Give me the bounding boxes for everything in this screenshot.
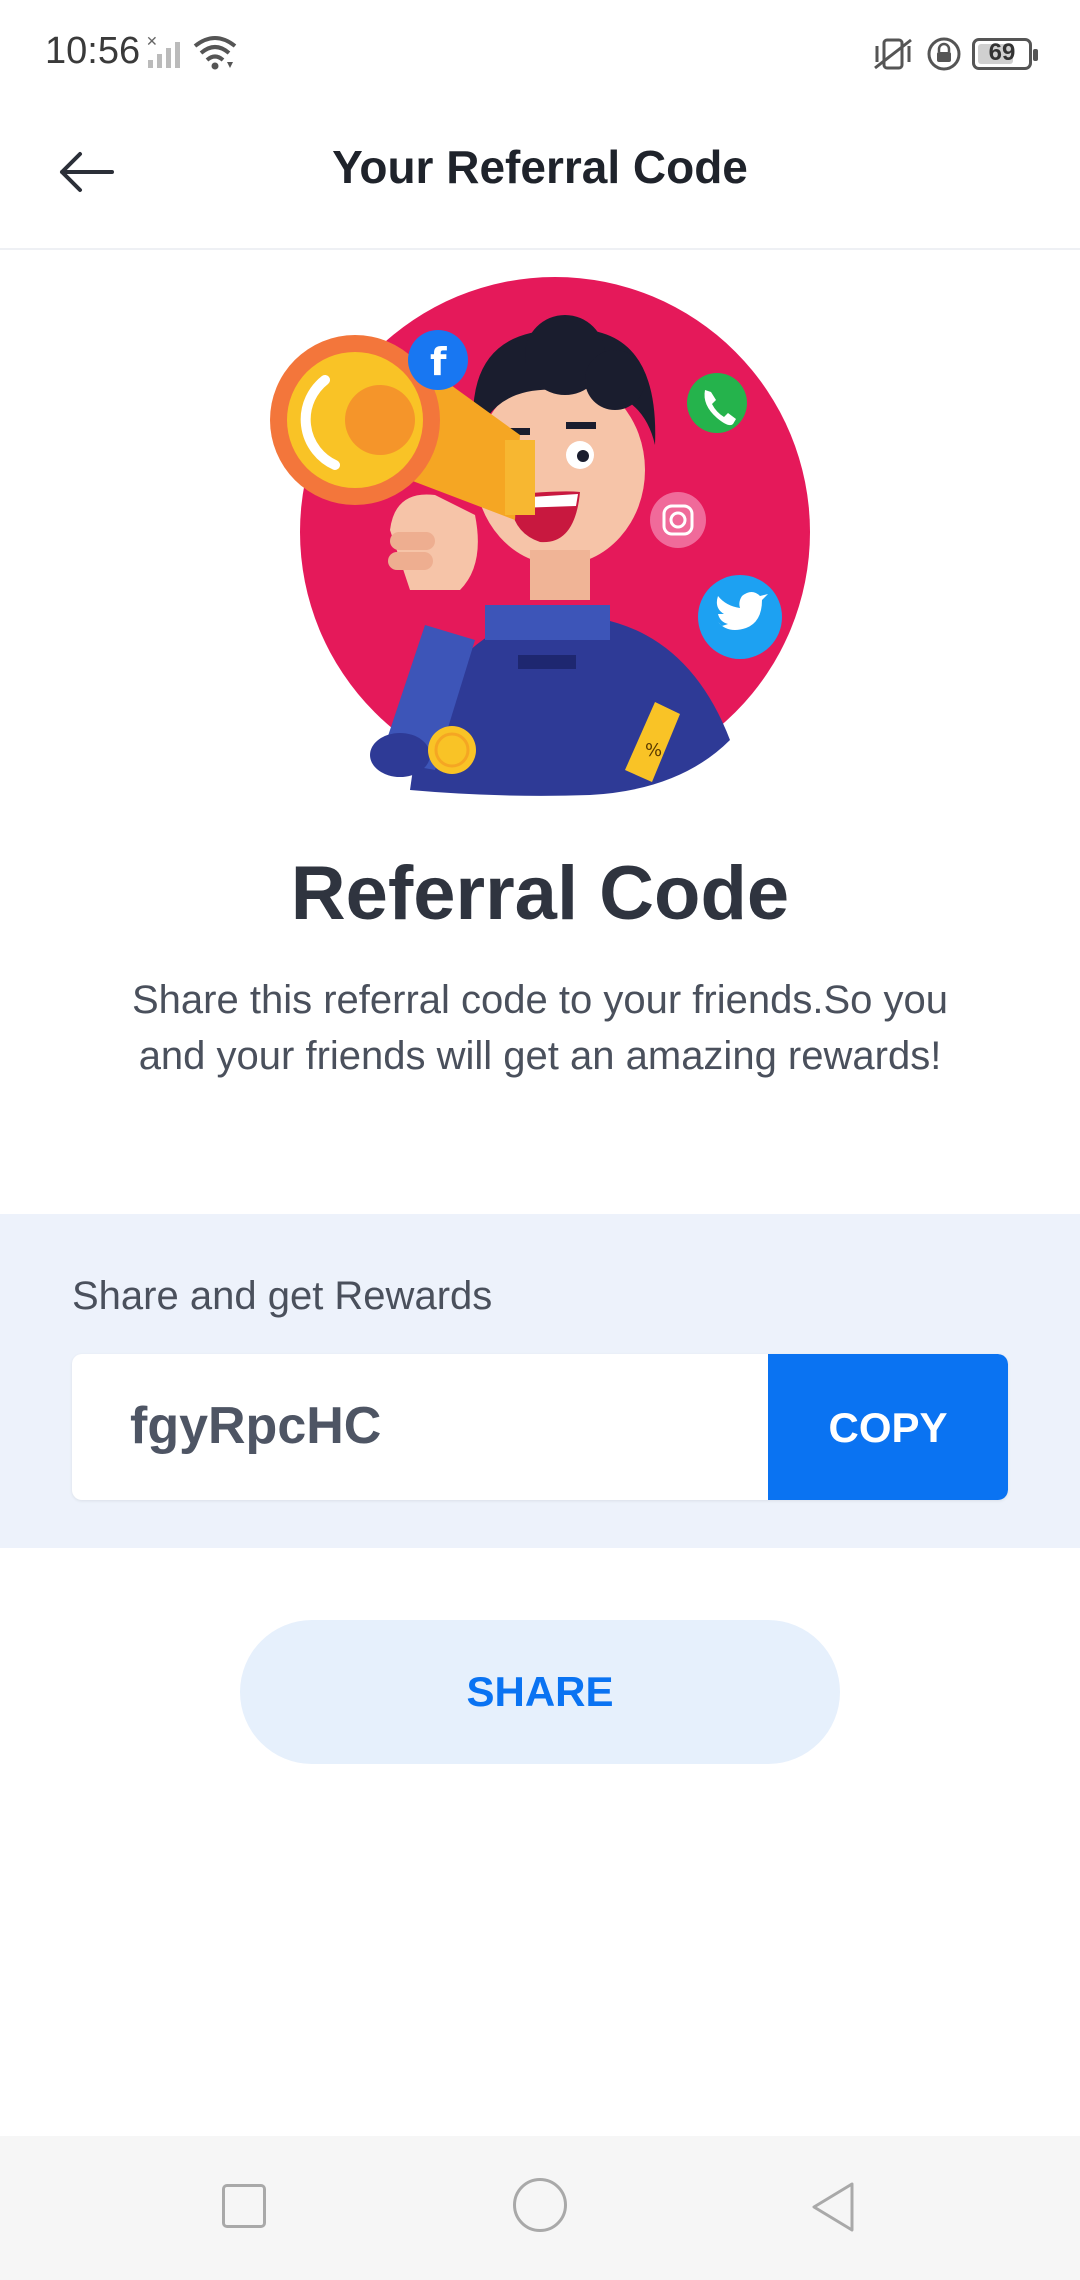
share-button[interactable]: SHARE [240,1620,840,1764]
app-bar: Your Referral Code [0,110,1080,250]
nav-back-icon[interactable] [808,2180,858,2234]
copy-button[interactable]: COPY [768,1354,1008,1500]
status-time: 10:56 [45,30,141,72]
svg-text:%: % [645,740,662,761]
status-bar: 10:56 ✕ 69 [0,0,1080,110]
reward-label: Share and get Rewards [72,1274,493,1318]
referral-description: Share this referral code to your friends… [132,978,948,1078]
referral-illustration: f % [270,277,810,796]
battery-level: 69 [988,39,1016,66]
svg-text:✕: ✕ [146,34,158,50]
rotation-lock-icon [927,37,961,71]
vibrate-off-icon [874,38,912,70]
referral-code-box: fgyRpcHC COPY [72,1354,1008,1500]
recent-apps-icon[interactable] [222,2184,266,2228]
system-nav-bar [0,2136,1080,2280]
wifi-icon [193,36,237,70]
svg-text:f: f [430,340,447,384]
referral-code[interactable]: fgyRpcHC [130,1396,381,1456]
battery-icon: 69 [972,38,1038,70]
signal-icon: ✕ [146,34,180,68]
referral-heading: Referral Code [290,851,790,936]
home-icon[interactable] [513,2178,567,2232]
page-title: Your Referral Code [332,141,748,193]
reward-panel: Share and get Rewards fgyRpcHC COPY [0,1214,1080,1548]
